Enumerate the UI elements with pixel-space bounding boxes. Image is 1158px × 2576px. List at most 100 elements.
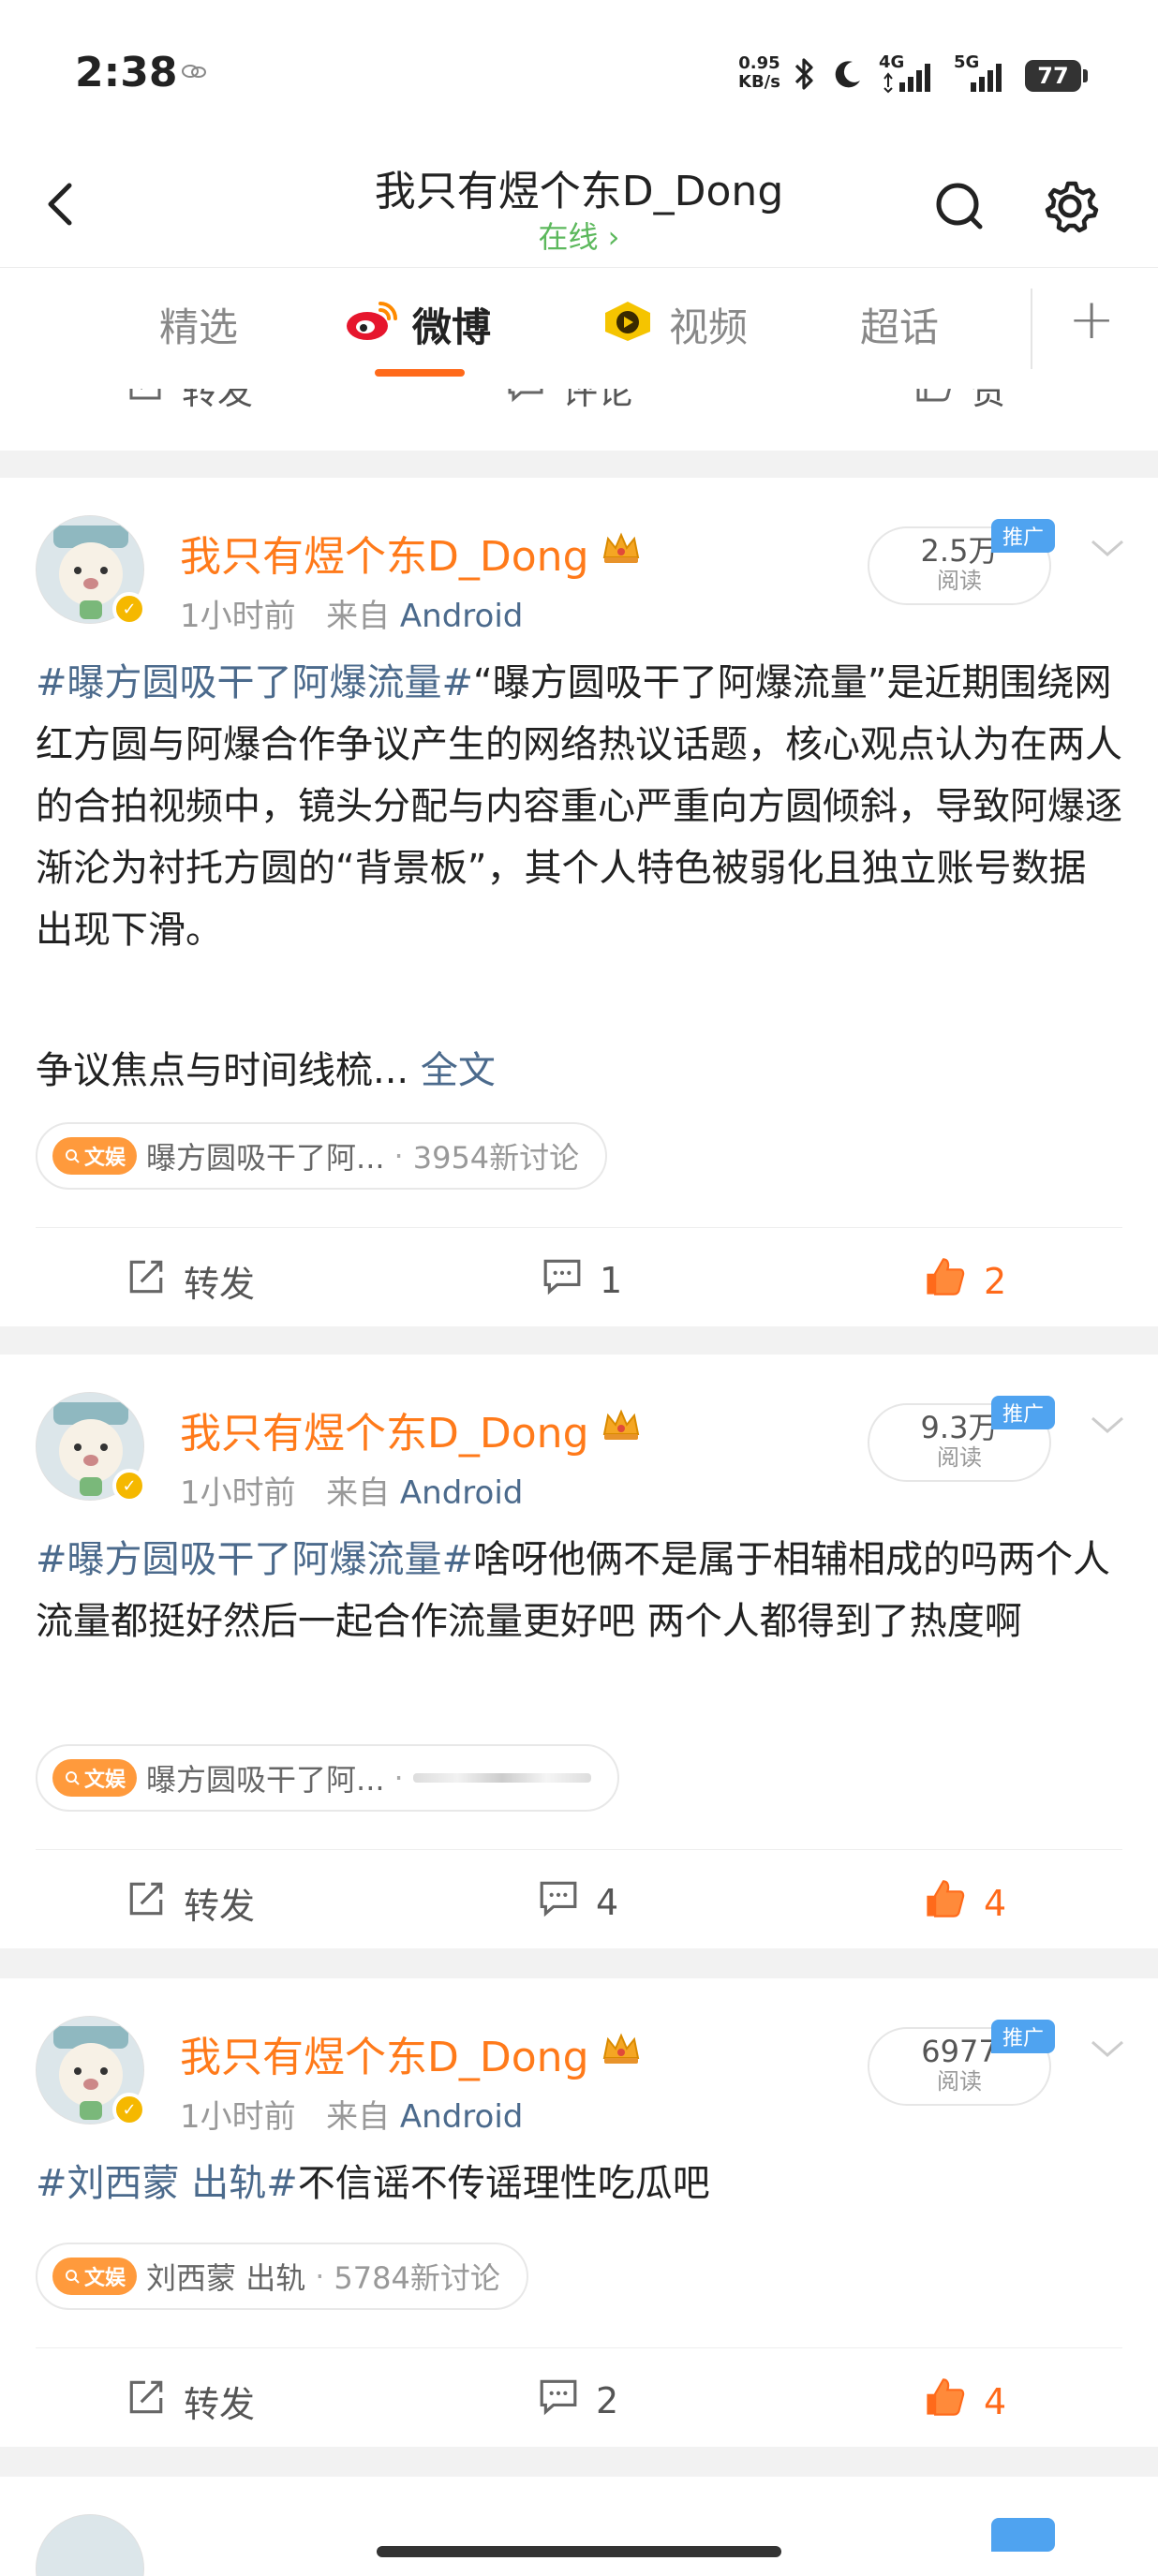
post-text: #曝方圆吸干了阿爆流量#“曝方圆吸干了阿爆流量”是近期围绕网红方圆与阿爆合作争议… bbox=[36, 661, 1122, 952]
post-meta: 1小时前 来自 Android bbox=[180, 598, 524, 635]
comment-button[interactable]: 评论 bbox=[506, 389, 633, 414]
like-button[interactable]: 4 bbox=[922, 1877, 1006, 1929]
post-author[interactable]: 我只有煜个东D_Dong bbox=[180, 2023, 642, 2083]
avatar[interactable]: ✓ bbox=[36, 1392, 146, 1503]
tab-featured[interactable]: 精选 bbox=[159, 296, 238, 353]
crown-badge-icon bbox=[601, 1406, 642, 1454]
thumbs-up-icon bbox=[922, 2376, 967, 2427]
blurred-count bbox=[412, 1773, 591, 1783]
bluetooth-icon bbox=[793, 56, 817, 96]
search-icon bbox=[66, 1771, 80, 1785]
avatar[interactable]: ✓ bbox=[36, 515, 146, 626]
comment-button[interactable]: 4 bbox=[538, 1877, 618, 1927]
verified-badge-icon: ✓ bbox=[112, 592, 146, 626]
post-text: #刘西蒙 出轨#不信谣不传谣理性吃瓜吧 bbox=[36, 2162, 710, 2205]
repost-button[interactable]: 转发 bbox=[126, 1255, 255, 1307]
status-time: 2:38 bbox=[75, 49, 178, 96]
comment-button[interactable]: 2 bbox=[538, 2376, 618, 2425]
signal-4g-icon: 4G bbox=[879, 52, 939, 96]
status-bar: 2:38 0.95 KB/s 4G 5G 77 bbox=[0, 0, 1158, 141]
repost-icon bbox=[126, 1256, 167, 1306]
post-card-partial bbox=[0, 2477, 1158, 2576]
category-badge: 文娱 bbox=[52, 2258, 138, 2295]
hashtag-link[interactable]: #曝方圆吸干了阿爆流量# bbox=[36, 1538, 473, 1581]
chevron-down-icon bbox=[1091, 540, 1123, 556]
like-button[interactable]: 2 bbox=[922, 1255, 1006, 1307]
comment-icon bbox=[542, 1255, 583, 1305]
comment-button[interactable]: 1 bbox=[542, 1255, 622, 1305]
battery-icon: 77 bbox=[1025, 60, 1088, 92]
moon-icon bbox=[832, 58, 864, 94]
promo-badge: 推广 bbox=[991, 2020, 1055, 2053]
promo-badge bbox=[991, 2518, 1055, 2552]
search-button[interactable] bbox=[922, 169, 997, 244]
gear-icon bbox=[1045, 181, 1099, 233]
post-card: ✓ 我只有煜个东D_Dong 1小时前 来自 Android 6977 阅读 推… bbox=[0, 1978, 1158, 2447]
post-meta: 1小时前 来自 Android bbox=[180, 2098, 524, 2136]
like-button[interactable]: 赞 bbox=[914, 389, 1006, 414]
comment-icon bbox=[538, 2376, 579, 2425]
promo-badge: 推广 bbox=[991, 519, 1055, 553]
post-card: ✓ 我只有煜个东D_Dong 1小时前 来自 Android 9.3万 阅读 推… bbox=[0, 1355, 1158, 1948]
home-indicator[interactable] bbox=[377, 2546, 781, 2557]
repost-icon bbox=[126, 1878, 167, 1928]
like-button[interactable]: 4 bbox=[922, 2376, 1006, 2427]
post-author[interactable]: 我只有煜个东D_Dong bbox=[180, 1399, 642, 1459]
signal-5g-icon: 5G bbox=[954, 52, 1010, 96]
search-icon bbox=[936, 183, 983, 229]
video-tab-icon bbox=[600, 298, 656, 352]
post-menu-button[interactable] bbox=[1087, 534, 1128, 562]
tab-divider bbox=[1031, 289, 1032, 369]
thumbs-up-icon bbox=[922, 1877, 967, 1929]
comment-icon bbox=[538, 1877, 579, 1927]
profile-header: 我只有煜个东D_Dong 在线 › bbox=[0, 141, 1158, 267]
verified-badge-icon: ✓ bbox=[112, 2093, 146, 2126]
topic-chip[interactable]: 文娱 曝方圆吸干了阿... · bbox=[36, 1744, 619, 1812]
profile-tabs: 精选 微博 视频 超话 + bbox=[0, 267, 1158, 390]
chevron-down-icon bbox=[1091, 1416, 1123, 1433]
thumbs-up-icon bbox=[914, 389, 954, 412]
post-text: #曝方圆吸干了阿爆流量#啥呀他俩不是属于相辅相成的吗两个人流量都挺好然后一起合作… bbox=[36, 1538, 1111, 1643]
hashtag-link[interactable]: #曝方圆吸干了阿爆流量# bbox=[36, 661, 473, 704]
post-card: ✓ 我只有煜个东D_Dong 1小时前 来自 Android 2.5万 阅读 推… bbox=[0, 478, 1158, 1326]
repost-button[interactable]: 转发 bbox=[126, 1877, 255, 1929]
post-text-continued: 争议焦点与时间线梳... 全文 bbox=[36, 1049, 496, 1092]
avatar[interactable]: ✓ bbox=[36, 2016, 146, 2126]
verified-badge-icon: ✓ bbox=[112, 1469, 146, 1503]
post-menu-button[interactable] bbox=[1087, 2035, 1128, 2063]
search-icon bbox=[66, 1149, 80, 1163]
hashtag-link[interactable]: #刘西蒙 出轨# bbox=[36, 2162, 298, 2205]
post-meta: 1小时前 来自 Android bbox=[180, 1474, 524, 1512]
divider bbox=[36, 1227, 1122, 1228]
category-badge: 文娱 bbox=[52, 1137, 138, 1175]
promo-badge: 推广 bbox=[991, 1396, 1055, 1429]
crown-badge-icon bbox=[601, 2030, 642, 2078]
tab-super-topic[interactable]: 超话 bbox=[860, 296, 939, 353]
post-author[interactable]: 我只有煜个东D_Dong bbox=[180, 523, 642, 583]
network-speed: 0.95 KB/s bbox=[738, 53, 780, 92]
thumbs-up-icon bbox=[922, 1255, 967, 1307]
tab-video[interactable]: 视频 bbox=[600, 296, 748, 353]
topic-chip[interactable]: 文娱 曝方圆吸干了阿... · 3954新讨论 bbox=[36, 1122, 608, 1190]
comment-icon bbox=[506, 389, 545, 412]
status-icons: 4G 5G 77 bbox=[793, 52, 1088, 99]
category-badge: 文娱 bbox=[52, 1759, 138, 1797]
tab-weibo[interactable]: 微博 bbox=[343, 296, 491, 353]
repost-icon bbox=[126, 389, 165, 412]
settings-button[interactable] bbox=[1032, 169, 1107, 244]
repost-button[interactable]: 转发 bbox=[126, 2376, 255, 2427]
repost-icon bbox=[126, 2376, 167, 2426]
crown-badge-icon bbox=[601, 529, 642, 577]
divider bbox=[36, 1849, 1122, 1850]
topic-chip[interactable]: 文娱 刘西蒙 出轨 · 5784新讨论 bbox=[36, 2243, 528, 2310]
active-tab-indicator bbox=[375, 369, 465, 377]
read-more-link[interactable]: 全文 bbox=[421, 1049, 496, 1092]
avatar[interactable] bbox=[36, 2514, 144, 2576]
app-notification-icon bbox=[181, 62, 207, 86]
search-icon bbox=[66, 2270, 80, 2284]
post-menu-button[interactable] bbox=[1087, 1411, 1128, 1439]
divider bbox=[36, 2347, 1122, 2348]
add-tab-button[interactable]: + bbox=[1068, 287, 1115, 352]
chevron-down-icon bbox=[1091, 2040, 1123, 2057]
repost-button[interactable]: 转发 bbox=[126, 389, 253, 414]
